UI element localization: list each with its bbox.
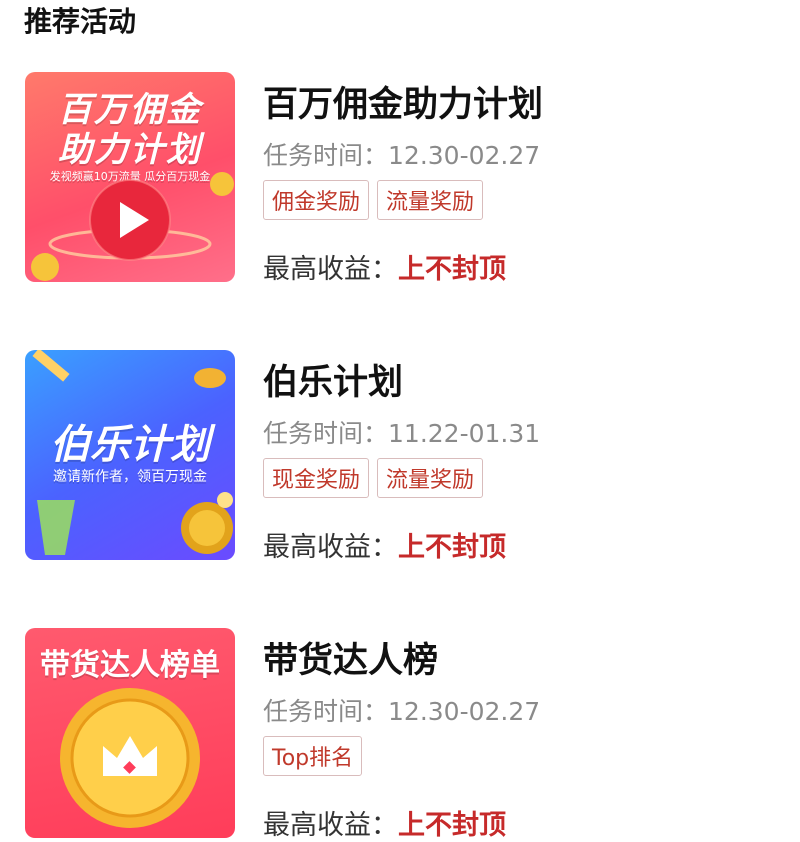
- thumbnail-title: 伯乐计划: [50, 422, 210, 468]
- max-earnings: 最高收益：上不封顶: [263, 803, 506, 842]
- max-earnings-value: 上不封顶: [398, 254, 506, 285]
- tag-traffic-reward: 流量奖励: [377, 458, 484, 498]
- task-time: 任务时间：12.30-02.27: [263, 692, 540, 728]
- task-time-label: 任务时间：: [263, 697, 389, 726]
- crown-medal-icon: [60, 688, 200, 828]
- task-time: 任务时间：11.22-01.31: [263, 414, 540, 450]
- max-earnings: 最高收益：上不封顶: [263, 525, 506, 564]
- tag-commission-reward: 佣金奖励: [263, 180, 370, 220]
- activity-card-bole[interactable]: 伯乐计划 邀请新作者，领百万现金 伯乐计划 任务时间：11.22-01.31 现…: [25, 350, 785, 564]
- activity-title[interactable]: 伯乐计划: [263, 354, 403, 405]
- activity-card-commission[interactable]: 百万佣金 助力计划 发视频赢10万流量 瓜分百万现金 百万佣金助力计划 任务时间…: [25, 72, 785, 286]
- activity-title[interactable]: 带货达人榜: [263, 632, 438, 683]
- max-earnings-label: 最高收益：: [263, 532, 398, 563]
- reward-tags: 佣金奖励 流量奖励: [263, 180, 484, 220]
- task-time-label: 任务时间：: [263, 419, 389, 448]
- max-earnings-label: 最高收益：: [263, 810, 398, 841]
- max-earnings-label: 最高收益：: [263, 254, 398, 285]
- activity-thumbnail[interactable]: 带货达人榜单: [25, 628, 235, 838]
- max-earnings-value: 上不封顶: [398, 810, 506, 841]
- task-time-range: 11.22-01.31: [388, 419, 541, 448]
- max-earnings: 最高收益：上不封顶: [263, 247, 506, 286]
- tag-cash-reward: 现金奖励: [263, 458, 370, 498]
- activity-card-ranking[interactable]: 带货达人榜单 带货达人榜 任务时间：12.30-02.27 Top排名 最高收益…: [25, 628, 785, 842]
- task-time-range: 12.30-02.27: [388, 141, 541, 170]
- reward-tags: 现金奖励 流量奖励: [263, 458, 484, 498]
- thumbnail-subtitle: 邀请新作者，领百万现金: [53, 469, 207, 485]
- tag-top-ranking: Top排名: [263, 736, 363, 776]
- task-time-range: 12.30-02.27: [388, 697, 541, 726]
- section-title: 推荐活动: [24, 5, 137, 38]
- activity-thumbnail[interactable]: 百万佣金 助力计划 发视频赢10万流量 瓜分百万现金: [25, 72, 235, 282]
- activity-thumbnail[interactable]: 伯乐计划 邀请新作者，领百万现金: [25, 350, 235, 560]
- task-time-label: 任务时间：: [263, 141, 389, 170]
- max-earnings-value: 上不封顶: [398, 532, 506, 563]
- activity-title[interactable]: 百万佣金助力计划: [263, 76, 543, 127]
- tag-traffic-reward: 流量奖励: [377, 180, 484, 220]
- task-time: 任务时间：12.30-02.27: [263, 136, 540, 172]
- play-icon: [31, 172, 234, 281]
- reward-tags: Top排名: [263, 736, 363, 776]
